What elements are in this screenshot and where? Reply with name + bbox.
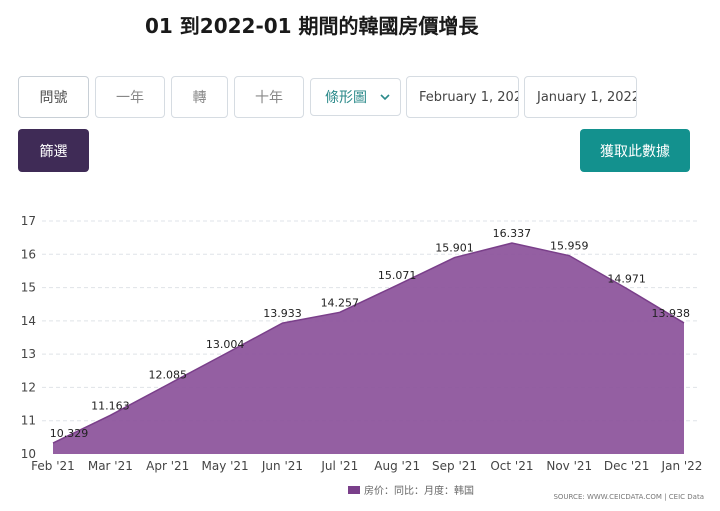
y-tick-label: 15: [21, 281, 36, 295]
y-tick-label: 13: [21, 347, 36, 361]
data-label: 13.938: [652, 307, 691, 320]
data-label: 16.337: [493, 227, 532, 240]
data-label: 14.257: [321, 296, 360, 309]
area-series: [53, 243, 684, 454]
x-tick-label: Jun '21: [261, 459, 303, 473]
x-tick-label: Mar '21: [88, 459, 133, 473]
x-axis: Feb '21 Mar '21 Apr '21 May '21 Jun '21 Jul '…: [31, 459, 702, 473]
x-tick-label: Oct '21: [490, 459, 533, 473]
y-tick-label: 17: [21, 214, 36, 228]
y-tick-label: 12: [21, 380, 36, 394]
y-tick-label: 11: [21, 414, 36, 428]
x-tick-label: Aug '21: [374, 459, 420, 473]
x-tick-label: Apr '21: [146, 459, 189, 473]
data-label: 12.085: [148, 369, 187, 382]
data-label: 15.901: [435, 242, 474, 255]
legend[interactable]: 房价：同比：月度：韩国: [348, 484, 474, 497]
x-tick-label: Feb '21: [31, 459, 75, 473]
data-label: 13.933: [263, 307, 302, 320]
x-tick-label: May '21: [201, 459, 248, 473]
y-tick-label: 16: [21, 247, 36, 261]
legend-swatch: [348, 486, 360, 494]
data-label: 11.163: [91, 399, 130, 412]
data-label: 13.004: [206, 338, 245, 351]
data-label: 14.971: [607, 273, 646, 286]
y-axis: 1011121314151617: [21, 214, 36, 461]
area-chart: 1011121314151617 10.32911.16312.08513.00…: [21, 214, 704, 501]
x-tick-label: Jul '21: [320, 459, 358, 473]
x-tick-label: Dec '21: [604, 459, 650, 473]
x-tick-label: Nov '21: [546, 459, 592, 473]
x-tick-label: Sep '21: [432, 459, 477, 473]
x-tick-label: Jan '22: [661, 459, 703, 473]
data-label: 10.329: [50, 427, 89, 440]
source-credit: SOURCE: WWW.CEICDATA.COM | CEIC Data: [553, 493, 704, 501]
legend-label: 房价：同比：月度：韩国: [364, 484, 474, 497]
y-tick-label: 14: [21, 314, 36, 328]
data-label: 15.071: [378, 269, 417, 282]
data-label: 15.959: [550, 240, 589, 253]
